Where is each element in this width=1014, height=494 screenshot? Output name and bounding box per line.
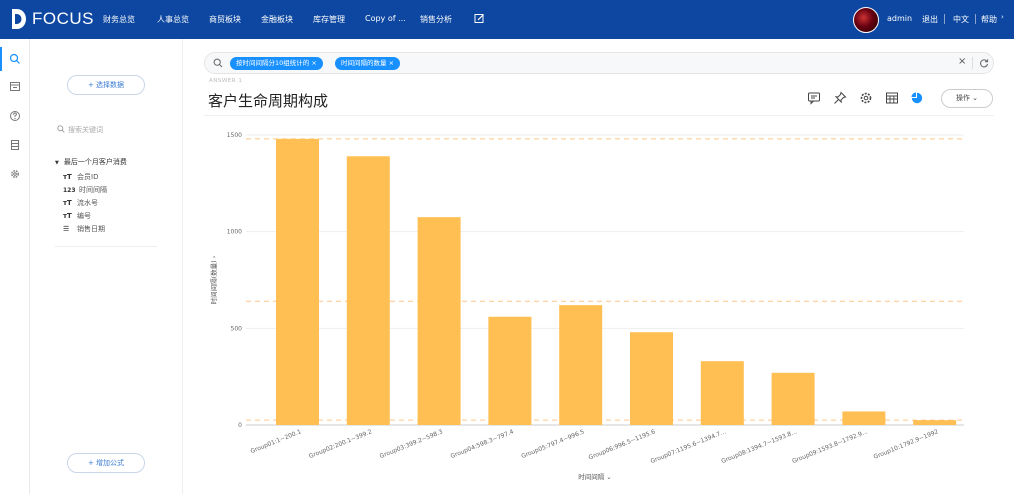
x-tick-label: Group07:1195.6~1394.7... (650, 428, 727, 465)
search-icon (57, 125, 65, 133)
nav-item-sales[interactable]: 销售分析 (420, 14, 452, 25)
field-name: 销售日期 (77, 225, 105, 233)
nav-item-copy-of[interactable]: Copy of ... (365, 14, 406, 23)
bar (913, 420, 957, 425)
field-name: 流水号 (77, 199, 98, 207)
x-tick-label: Group01:1~200.1 (250, 428, 303, 455)
field-name: 会员ID (77, 173, 99, 181)
nav-item-finance-sector[interactable]: 金融板块 (261, 14, 293, 25)
field-item[interactable]: ☰ 销售日期 (63, 224, 105, 234)
text-type-icon: ᴛT (63, 212, 72, 220)
edit-icon[interactable] (474, 13, 485, 24)
field-item[interactable]: ᴛT 编号 (63, 211, 91, 221)
x-tick-label: Group03:399.2~598.3 (379, 428, 444, 460)
language-link[interactable]: 中文 (953, 14, 969, 25)
date-type-icon: ☰ (63, 225, 70, 233)
y-tick-label: 500 (231, 325, 243, 332)
database-icon[interactable] (9, 139, 21, 151)
field-item[interactable]: ᴛT 流水号 (63, 198, 98, 208)
data-panel: + 选择数据 搜索关键词 ▼ 最后一个月客户消费 ᴛT 会员ID 123 时间间隔 ᴛ… (31, 39, 183, 494)
y-tick-label: 1000 (227, 229, 242, 236)
logo[interactable]: FOCUS (10, 8, 94, 30)
table-node[interactable]: ▼ 最后一个月客户消费 (55, 157, 127, 167)
help-link[interactable]: 帮助 (981, 14, 997, 25)
nav-item-inventory[interactable]: 库存管理 (313, 14, 345, 25)
bar (630, 332, 673, 425)
divider (975, 14, 976, 24)
logo-mark-icon (12, 9, 26, 29)
nav-item-finance[interactable]: 财务总览 (103, 14, 135, 25)
y-tick-label: 1500 (227, 132, 242, 139)
divider (55, 246, 157, 247)
search-icon[interactable] (9, 53, 21, 65)
select-data-button[interactable]: + 选择数据 (67, 75, 145, 95)
x-tick-label: Group08:1394.7~1593.8... (720, 428, 797, 465)
x-tick-label: Group04:598.3~797.4 (450, 428, 515, 460)
x-tick-label: Group05:797.4~996.5 (520, 428, 585, 460)
number-type-icon: 123 (63, 187, 76, 194)
active-indicator (0, 47, 2, 71)
bar-chart: 0 500 1000 1500 Group01:1~200.1 Group02:200.1… (209, 132, 964, 481)
bar (488, 316, 532, 425)
caret-down-icon: ▼ (55, 160, 59, 166)
x-tick-label: Group02:200.1~399.2 (308, 428, 373, 460)
x-tick-label: Group09:1593.8~1792.9... (791, 428, 868, 465)
help-chevron-icon[interactable]: › (1001, 13, 1004, 21)
bar (276, 138, 319, 425)
y-axis-title: 时间间隔(数量) › (209, 255, 218, 304)
field-item[interactable]: ᴛT 会员ID (63, 172, 98, 182)
icon-sidebar (0, 39, 30, 494)
table-name: 最后一个月客户消费 (63, 158, 127, 166)
logout-link[interactable]: 退出 (922, 14, 938, 25)
x-tick-label: Group06:996.5~1195.6 (588, 428, 657, 461)
username[interactable]: admin (887, 14, 912, 23)
field-name: 编号 (77, 212, 91, 220)
bar (771, 372, 815, 425)
bar (700, 361, 744, 425)
logo-text: FOCUS (32, 9, 94, 28)
bar (559, 305, 603, 425)
x-axis-title: 时间间隔 ⌄ (578, 472, 612, 481)
add-formula-button[interactable]: + 增加公式 (67, 453, 145, 473)
nav-item-trade[interactable]: 商贸板块 (209, 14, 241, 25)
divider (944, 14, 945, 24)
field-name: 时间间隔 (79, 186, 107, 194)
nav-item-hr[interactable]: 人事总览 (157, 14, 189, 25)
settings-icon[interactable] (9, 168, 21, 180)
text-type-icon: ᴛT (63, 173, 72, 181)
main-area: 按时间间隔分10组统计的 × 时间间隔的数量 × × ANSWER 1 客户生命… (196, 39, 1014, 494)
x-tick-label: Group10:1792.9~1992 (873, 428, 940, 460)
help-icon[interactable] (9, 110, 21, 122)
keyword-search-input[interactable]: 搜索关键词 (68, 125, 103, 135)
text-type-icon: ᴛT (63, 199, 72, 207)
bar (346, 156, 390, 425)
board-icon[interactable] (9, 81, 21, 93)
top-navbar: FOCUS 财务总览 人事总览 商贸板块 金融板块 库存管理 Copy of .… (0, 0, 1014, 39)
field-item[interactable]: 123 时间间隔 (63, 185, 107, 195)
bar (417, 217, 461, 425)
y-tick-label: 0 (238, 422, 242, 429)
avatar[interactable] (853, 7, 879, 33)
bar (842, 411, 886, 425)
